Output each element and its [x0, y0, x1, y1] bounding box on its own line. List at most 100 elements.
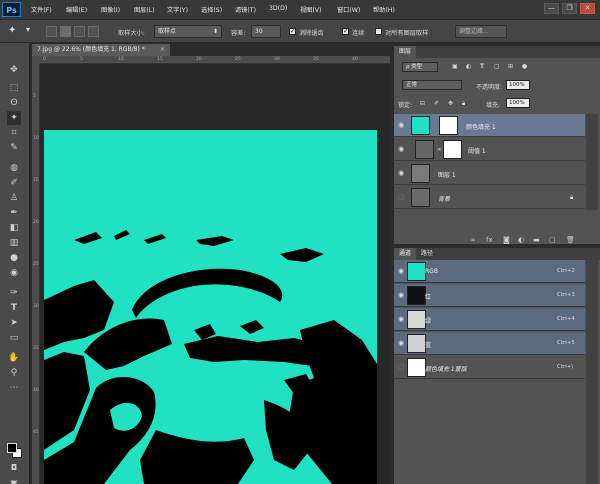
visibility-eye-icon[interactable]: ◉ — [398, 121, 404, 129]
menu-layer[interactable]: 图层(L) — [134, 5, 155, 14]
dodge-tool-icon[interactable]: ◉ — [7, 266, 21, 280]
healing-brush-icon[interactable]: ◍ — [7, 161, 21, 175]
canvas-image[interactable] — [44, 130, 377, 484]
type-tool-icon[interactable]: T — [7, 301, 21, 315]
fx-icon[interactable]: fx — [486, 236, 493, 244]
trash-icon[interactable]: 🗑︎ — [566, 236, 575, 244]
intersect-selection-icon[interactable] — [88, 26, 99, 37]
add-selection-icon[interactable] — [60, 26, 71, 37]
tolerance-input[interactable]: 30 — [251, 25, 281, 38]
menu-view[interactable]: 视图(V) — [300, 5, 321, 14]
menu-filter[interactable]: 滤镜(T) — [235, 5, 256, 14]
lock-all-icon[interactable]: 🔒︎ — [462, 100, 465, 108]
foreground-color-swatch[interactable] — [7, 443, 17, 453]
new-layer-icon[interactable]: ▢ — [549, 236, 556, 244]
channels-panel: 通道 路径 ◉ RGB Ctrl+2 ◉ 红 Ctrl+3 ◉ 绿 Ctrl+4… — [394, 248, 600, 484]
tab-layers[interactable]: 图层 — [394, 46, 417, 58]
subtract-selection-icon[interactable] — [74, 26, 85, 37]
contiguous-checkbox[interactable] — [342, 27, 349, 35]
hand-tool-icon[interactable]: ✋ — [7, 351, 21, 365]
menu-help[interactable]: 帮助(H) — [373, 5, 395, 14]
menu-select[interactable]: 选择(S) — [201, 5, 222, 14]
magic-wand-tool-icon[interactable]: ✦ — [7, 111, 21, 125]
zoom-tool-icon[interactable]: ⚲ — [7, 366, 21, 380]
visibility-eye-icon[interactable]: ◉ — [398, 291, 404, 299]
menu-edit[interactable]: 编辑(E) — [66, 5, 87, 14]
layers-panel-header: 图层 — [394, 46, 600, 58]
layers-scrollbar[interactable] — [586, 114, 598, 210]
marquee-tool-icon[interactable]: ⬚ — [7, 81, 21, 95]
eyedropper-tool-icon[interactable]: ✎ — [7, 141, 21, 155]
layer-row[interactable]: ▢ 背景 🔒︎ — [394, 186, 585, 209]
lasso-tool-icon[interactable]: ʘ — [7, 96, 21, 110]
channels-scrollbar[interactable] — [586, 260, 598, 484]
refine-edge-button[interactable]: 调整边缘... — [455, 25, 507, 38]
filter-toggle-icon[interactable]: ● — [522, 63, 527, 70]
close-button[interactable]: ✕ — [580, 3, 595, 14]
add-mask-icon[interactable]: ◙ — [503, 236, 510, 244]
minimize-button[interactable]: — — [544, 3, 559, 14]
filter-adjust-icon[interactable]: ◐ — [466, 63, 471, 70]
chevron-down-icon[interactable]: ▾ — [26, 25, 30, 34]
menu-type[interactable]: 文字(Y) — [167, 5, 188, 14]
sample-all-checkbox[interactable] — [375, 28, 382, 35]
lock-transparency-icon[interactable]: ⊟ — [420, 100, 425, 107]
filter-pixel-icon[interactable]: ▣ — [452, 63, 458, 70]
brush-tool-icon[interactable]: ✐ — [7, 176, 21, 190]
document-tab[interactable]: 7.jpg @ 22.6% (颜色填充 1, RGB/8) * × — [32, 44, 170, 56]
gradient-tool-icon[interactable]: ▥ — [7, 236, 21, 250]
close-icon[interactable]: × — [160, 44, 165, 56]
crop-tool-icon[interactable]: ⌗ — [7, 126, 21, 140]
lock-position-icon[interactable]: ✥ — [448, 100, 453, 107]
path-selection-icon[interactable]: ➤ — [7, 316, 21, 330]
menu-3d[interactable]: 3D(D) — [269, 5, 287, 12]
magic-wand-icon[interactable]: ✦ — [8, 25, 16, 36]
ruler-tick: 20 — [33, 220, 39, 225]
menu-window[interactable]: 窗口(W) — [337, 5, 360, 14]
filter-smart-icon[interactable]: ⊞ — [508, 63, 513, 70]
visibility-eye-icon[interactable]: ◉ — [398, 169, 404, 177]
filter-type-icon[interactable]: T — [480, 63, 484, 70]
menu-file[interactable]: 文件(F) — [31, 5, 52, 14]
restore-button[interactable]: ❐ — [562, 3, 577, 14]
layer-row[interactable]: ◉ 颜色填充 1 — [394, 114, 585, 137]
pen-tool-icon[interactable]: ✑ — [7, 286, 21, 300]
link-layers-icon[interactable]: ∞ — [470, 236, 476, 244]
layer-filter-select[interactable]: ρ 类型 — [402, 62, 438, 72]
new-group-icon[interactable]: ▬ — [533, 236, 540, 244]
menu-image[interactable]: 图像(I) — [101, 5, 120, 14]
new-selection-icon[interactable] — [46, 26, 57, 37]
sample-size-select[interactable]: 取样点 ⬍ — [154, 25, 222, 38]
channel-row[interactable]: ▢ 颜色填充 1蒙版 Ctrl+\ — [394, 356, 585, 379]
channel-row[interactable]: ◉ RGB Ctrl+2 — [394, 260, 585, 283]
adjustment-layer-icon[interactable]: ◐ — [518, 236, 524, 244]
filter-shape-icon[interactable]: ▢ — [494, 63, 500, 70]
visibility-eye-icon[interactable]: ◉ — [398, 339, 404, 347]
rectangle-tool-icon[interactable]: ▭ — [7, 331, 21, 345]
move-tool-icon[interactable]: ✥ — [7, 63, 21, 77]
blend-mode-select[interactable]: 正常 — [402, 80, 462, 90]
channel-row[interactable]: ◉ 红 Ctrl+3 — [394, 284, 585, 307]
layer-row[interactable]: ◉ 图层 1 — [394, 162, 585, 185]
quick-mask-icon[interactable]: ◘ — [7, 461, 21, 475]
visibility-eye-icon[interactable]: ▢ — [398, 193, 405, 201]
eraser-tool-icon[interactable]: ◧ — [7, 221, 21, 235]
channel-row[interactable]: ◉ 蓝 Ctrl+5 — [394, 332, 585, 355]
antialias-checkbox[interactable] — [289, 27, 296, 35]
history-brush-icon[interactable]: ✒ — [7, 206, 21, 220]
channel-row[interactable]: ◉ 绿 Ctrl+4 — [394, 308, 585, 331]
screen-mode-icon[interactable]: ▣ — [7, 476, 21, 484]
opacity-input[interactable]: 100% — [506, 80, 530, 90]
layer-row[interactable]: ◉ ∞ 阈值 1 — [394, 138, 585, 161]
tab-paths[interactable]: 路径 — [416, 248, 438, 260]
fill-input[interactable]: 100% — [506, 98, 530, 108]
tab-channels[interactable]: 通道 — [394, 248, 417, 260]
blur-tool-icon[interactable]: ● — [7, 251, 21, 265]
visibility-eye-icon[interactable]: ▢ — [398, 363, 405, 371]
visibility-eye-icon[interactable]: ◉ — [398, 315, 404, 323]
visibility-eye-icon[interactable]: ◉ — [398, 267, 404, 275]
visibility-eye-icon[interactable]: ◉ — [398, 145, 404, 153]
lock-pixels-icon[interactable]: ✐ — [434, 100, 439, 107]
more-tools-icon[interactable]: ⋯ — [7, 381, 21, 395]
clone-stamp-icon[interactable]: ♙ — [7, 191, 21, 205]
